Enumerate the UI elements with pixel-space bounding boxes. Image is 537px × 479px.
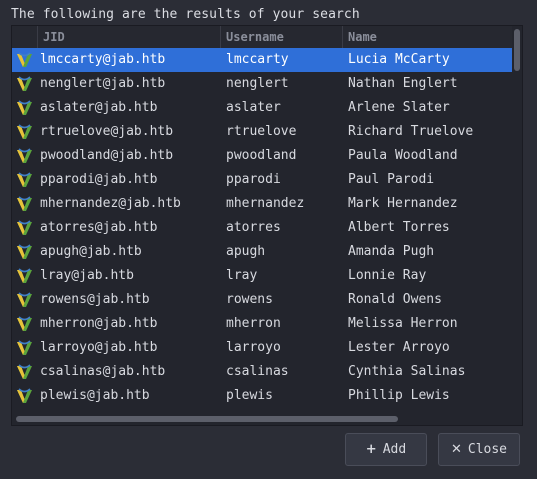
add-button[interactable]: + Add (345, 433, 427, 466)
table-row[interactable]: atorres@jab.htb atorres Albert Torres (12, 216, 512, 240)
cell-jid: mhernandez@jab.htb (40, 196, 181, 211)
table-row[interactable]: aslater@jab.htb aslater Arlene Slater (12, 96, 512, 120)
cell-name: Phillip Lewis (348, 388, 450, 403)
plus-icon: + (365, 442, 377, 457)
table-header: JID Username Name (12, 26, 512, 49)
jabber-user-icon (16, 124, 33, 140)
table-row[interactable]: rowens@jab.htb rowens Ronald Owens (12, 288, 512, 312)
cell-jid: larroyo@jab.htb (40, 340, 158, 355)
cell-jid: pparodi@jab.htb (40, 172, 158, 187)
cell-name: Paula Woodland (348, 148, 458, 163)
table-row[interactable]: pparodi@jab.htb pparodi Paul Parodi (12, 168, 512, 192)
cell-jid: lmccarty@jab.htb (40, 52, 166, 67)
cell-username: atorres (226, 220, 281, 235)
cell-name: Albert Torres (348, 220, 450, 235)
table-row[interactable]: rtruelove@jab.htb rtruelove Richard Truelo… (12, 120, 512, 144)
cell-name: Ronald Owens (348, 292, 442, 307)
cell-username: nenglert (226, 76, 289, 91)
close-button-label: Close (467, 442, 508, 457)
vertical-scrollbar-thumb[interactable] (514, 29, 520, 71)
cell-jid: pwoodland@jab.htb (40, 148, 174, 163)
jabber-user-icon (16, 196, 33, 212)
horizontal-scrollbar[interactable] (12, 413, 512, 425)
jabber-user-icon (16, 148, 33, 164)
column-header-name[interactable]: Name (343, 26, 512, 48)
jabber-user-icon (16, 244, 33, 260)
icon-column-header[interactable] (12, 26, 38, 48)
vertical-scrollbar[interactable] (512, 26, 522, 413)
jabber-user-icon (16, 316, 33, 332)
cell-jid: apugh@jab.htb (40, 244, 142, 259)
cell-username: mhernandez (226, 196, 305, 211)
cell-username: pwoodland (226, 148, 297, 163)
column-header-username[interactable]: Username (221, 26, 343, 48)
table-row[interactable]: apugh@jab.htb apugh Amanda Pugh (12, 240, 512, 264)
jabber-user-icon (16, 100, 33, 116)
cell-username: aslater (226, 100, 281, 115)
table-row[interactable]: nenglert@jab.htb nenglert Nathan Englert (12, 72, 512, 96)
column-header-jid[interactable]: JID (38, 26, 221, 48)
jabber-user-icon (16, 268, 33, 284)
add-button-label: Add (382, 442, 407, 457)
cell-jid: atorres@jab.htb (40, 220, 158, 235)
cell-username: plewis (226, 388, 273, 403)
jabber-user-icon (16, 340, 33, 356)
cell-jid: plewis@jab.htb (40, 388, 150, 403)
cell-name: Amanda Pugh (348, 244, 435, 259)
cell-jid: rtruelove@jab.htb (40, 124, 174, 139)
cell-username: pparodi (226, 172, 281, 187)
cell-jid: nenglert@jab.htb (40, 76, 166, 91)
table-row[interactable]: larroyo@jab.htb larroyo Lester Arroyo (12, 336, 512, 360)
cell-username: rowens (226, 292, 273, 307)
jabber-user-icon (16, 220, 33, 236)
cell-username: lmccarty (226, 52, 289, 67)
cell-jid: mherron@jab.htb (40, 316, 158, 331)
table-row[interactable]: lray@jab.htb lray Lonnie Ray (12, 264, 512, 288)
cell-name: Paul Parodi (348, 172, 435, 187)
cell-username: apugh (226, 244, 266, 259)
cell-name: Nathan Englert (348, 76, 458, 91)
cell-name: Cynthia Salinas (348, 364, 466, 379)
cell-name: Lucia McCarty (348, 52, 450, 67)
table-row[interactable]: mhernandez@jab.htb mhernandez Mark Hernand… (12, 192, 512, 216)
cell-jid: aslater@jab.htb (40, 100, 158, 115)
cell-name: Mark Hernandez (348, 196, 458, 211)
results-table: JID Username Name lmccarty@jab.htb lmccar… (11, 25, 523, 426)
jabber-user-icon (16, 172, 33, 188)
cell-name: Arlene Slater (348, 100, 450, 115)
table-row[interactable]: lmccarty@jab.htb lmccarty Lucia McCarty (12, 48, 512, 72)
cell-name: Lester Arroyo (348, 340, 450, 355)
cell-jid: csalinas@jab.htb (40, 364, 166, 379)
table-body: lmccarty@jab.htb lmccarty Lucia McCarty nen… (12, 48, 512, 408)
cell-name: Richard Truelove (348, 124, 474, 139)
close-button[interactable]: ✕ Close (438, 433, 520, 466)
jabber-user-icon (16, 52, 33, 68)
table-row[interactable]: csalinas@jab.htb csalinas Cynthia Salinas (12, 360, 512, 384)
cell-username: mherron (226, 316, 281, 331)
results-message: The following are the results of your se… (11, 7, 360, 22)
cell-jid: lray@jab.htb (40, 268, 134, 283)
jabber-user-icon (16, 388, 33, 404)
table-row[interactable]: mherron@jab.htb mherron Melissa Herron (12, 312, 512, 336)
jabber-user-icon (16, 76, 33, 92)
cell-username: larroyo (226, 340, 281, 355)
cell-username: rtruelove (226, 124, 297, 139)
jabber-user-icon (16, 364, 33, 380)
table-row[interactable]: pwoodland@jab.htb pwoodland Paula Woodland (12, 144, 512, 168)
cell-name: Melissa Herron (348, 316, 458, 331)
table-row[interactable]: plewis@jab.htb plewis Phillip Lewis (12, 384, 512, 408)
x-icon: ✕ (450, 442, 462, 457)
jabber-user-icon (16, 292, 33, 308)
cell-name: Lonnie Ray (348, 268, 427, 283)
horizontal-scrollbar-thumb[interactable] (16, 416, 398, 422)
cell-username: lray (226, 268, 258, 283)
cell-jid: rowens@jab.htb (40, 292, 150, 307)
search-results-dialog: The following are the results of your se… (0, 0, 537, 479)
cell-username: csalinas (226, 364, 289, 379)
